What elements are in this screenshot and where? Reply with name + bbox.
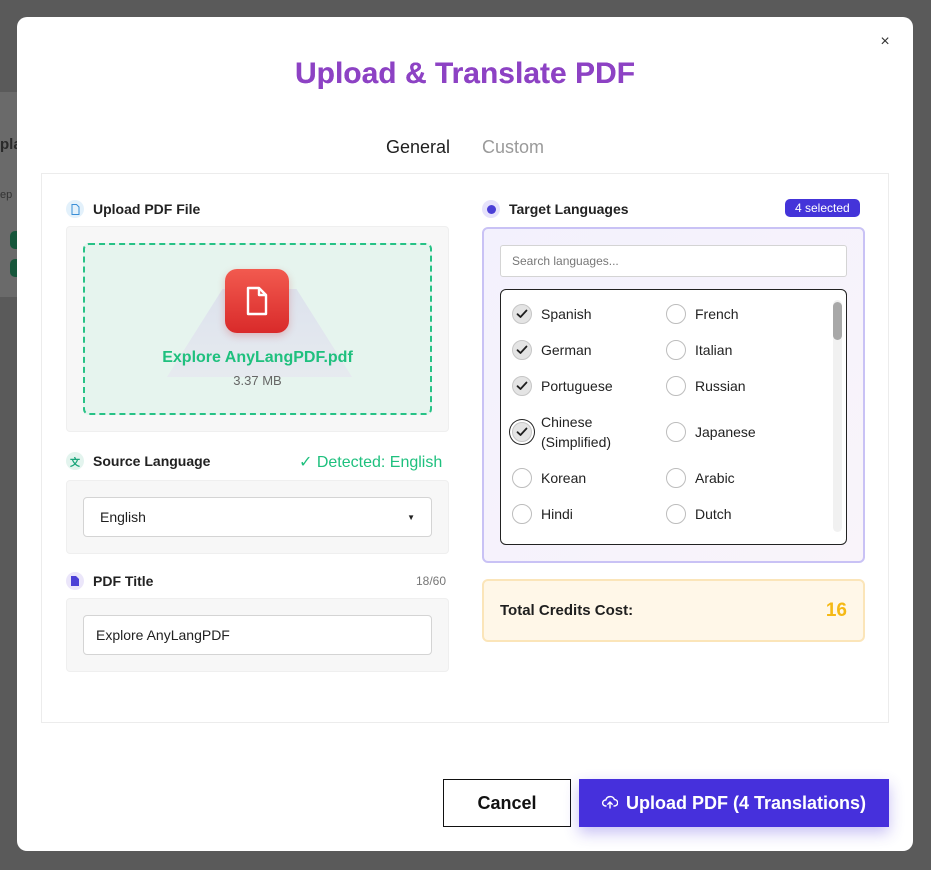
tab-bar: General Custom <box>17 137 913 164</box>
upload-section-header: Upload PDF File <box>66 200 200 218</box>
tab-general[interactable]: General <box>386 137 450 164</box>
language-label: Japanese <box>695 424 756 440</box>
language-option[interactable]: French <box>666 304 816 324</box>
caret-down-icon: ▼ <box>407 512 415 522</box>
language-list: Spanish French German Italian Portuguese Russ… <box>500 289 847 545</box>
language-checkbox[interactable] <box>666 376 686 396</box>
language-label: Russian <box>695 378 746 394</box>
language-checkbox[interactable] <box>666 340 686 360</box>
upload-modal: Upload & Translate PDF × General Custom … <box>17 17 913 851</box>
general-tab-content: Upload PDF File Explore AnyLangPDF.pdf 3… <box>41 173 889 723</box>
language-option[interactable]: Hindi <box>512 504 647 524</box>
language-list-scrollbar[interactable] <box>833 300 842 532</box>
language-option[interactable]: German <box>512 340 647 360</box>
target-radio-icon <box>482 200 500 218</box>
cancel-button[interactable]: Cancel <box>443 779 571 827</box>
language-checkbox[interactable] <box>666 504 686 524</box>
language-checkbox[interactable] <box>512 376 532 396</box>
pdf-title-header: PDF Title <box>66 572 153 590</box>
language-label: Korean <box>541 470 587 486</box>
upload-button-label: Upload PDF (4 Translations) <box>625 792 867 813</box>
language-option[interactable]: Korean <box>512 468 647 488</box>
tab-custom[interactable]: Custom <box>482 137 544 164</box>
target-languages-panel: Spanish French German Italian Portuguese Russ… <box>482 227 865 563</box>
source-language-box: English ▼ <box>66 480 449 554</box>
source-language-header: 文 Source Language <box>66 452 210 470</box>
language-label: Hindi <box>541 506 573 522</box>
language-checkbox[interactable] <box>512 422 532 442</box>
language-label: Dutch <box>695 506 732 522</box>
target-languages-header: Target Languages <box>482 200 629 218</box>
language-option[interactable]: Portuguese <box>512 376 647 396</box>
language-search-input[interactable] <box>500 245 847 277</box>
modal-title: Upload & Translate PDF <box>17 57 913 91</box>
language-label: German <box>541 342 592 358</box>
document-icon <box>66 200 84 218</box>
language-label: French <box>695 306 739 322</box>
language-checkbox[interactable] <box>512 504 532 524</box>
file-size: 3.37 MB <box>233 373 282 388</box>
upload-box: Explore AnyLangPDF.pdf 3.37 MB <box>66 226 449 432</box>
language-option[interactable]: Dutch <box>666 504 816 524</box>
language-checkbox[interactable] <box>666 304 686 324</box>
language-checkbox[interactable] <box>666 468 686 488</box>
language-option[interactable]: Italian <box>666 340 816 360</box>
pdf-title-label: PDF Title <box>93 573 154 589</box>
detected-language-status: ✓ Detected: English <box>299 454 443 471</box>
language-checkbox[interactable] <box>512 468 532 488</box>
pdf-title-box <box>66 598 449 672</box>
source-language-value: English <box>100 509 146 525</box>
source-language-title: Source Language <box>93 453 211 469</box>
pdf-file-icon <box>225 269 289 333</box>
source-language-select[interactable]: English ▼ <box>83 497 432 537</box>
credits-label: Total Credits Cost: <box>500 602 634 619</box>
title-char-counter: 18/60 <box>416 574 447 588</box>
language-option[interactable]: Russian <box>666 376 816 396</box>
language-label: Spanish <box>541 306 592 322</box>
language-option[interactable]: Spanish <box>512 304 647 324</box>
selected-count-badge: 4 selected <box>785 199 860 217</box>
file-dropzone[interactable]: Explore AnyLangPDF.pdf 3.37 MB <box>83 243 432 415</box>
pdf-title-input[interactable] <box>83 615 432 655</box>
language-option[interactable]: Japanese <box>666 412 816 452</box>
upload-section-title: Upload PDF File <box>93 201 201 217</box>
upload-button[interactable]: Upload PDF (4 Translations) <box>579 779 889 827</box>
language-label: Chinese (Simplified) <box>541 414 612 450</box>
language-checkbox[interactable] <box>512 340 532 360</box>
background-subtext: ep <box>0 189 13 201</box>
language-checkbox[interactable] <box>666 422 686 442</box>
scroll-thumb[interactable] <box>833 302 842 340</box>
cloud-upload-icon <box>601 793 619 814</box>
credits-summary: Total Credits Cost: 16 <box>482 579 865 642</box>
language-label: Arabic <box>695 470 735 486</box>
language-checkbox[interactable] <box>512 304 532 324</box>
close-button[interactable]: × <box>875 32 895 52</box>
language-option[interactable]: Arabic <box>666 468 816 488</box>
language-label: Italian <box>695 342 733 358</box>
file-icon <box>66 572 84 590</box>
language-option[interactable]: Chinese (Simplified) <box>512 412 647 452</box>
target-languages-title: Target Languages <box>509 201 629 217</box>
credits-value: 16 <box>825 599 847 621</box>
file-name: Explore AnyLangPDF.pdf <box>162 349 353 366</box>
language-label: Portuguese <box>541 378 613 394</box>
translate-icon: 文 <box>66 452 84 470</box>
